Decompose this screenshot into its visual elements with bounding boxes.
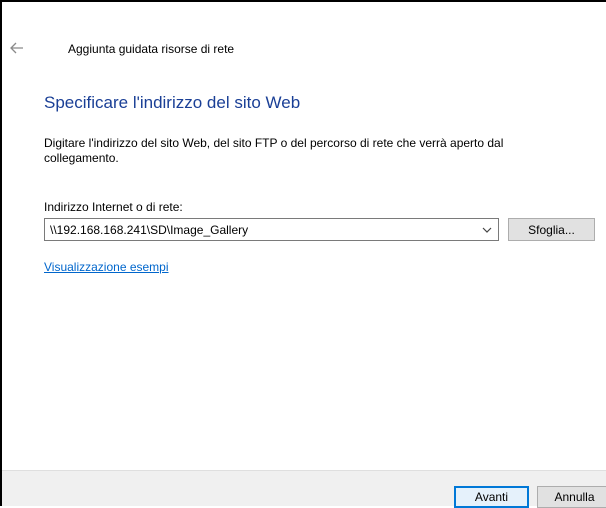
page-heading: Specificare l'indirizzo del sito Web [44, 93, 301, 112]
wizard-title: Aggiunta guidata risorse di rete [68, 42, 235, 56]
browse-button[interactable]: Sfoglia... [508, 218, 595, 241]
address-label: Indirizzo Internet o di rete: [44, 200, 183, 214]
next-button[interactable]: Avanti [454, 486, 529, 508]
wizard-window: Aggiunta guidata risorse di rete Specifi… [0, 0, 606, 506]
cancel-button[interactable]: Annulla [537, 486, 606, 508]
back-button[interactable] [8, 40, 26, 56]
back-arrow-icon [10, 42, 24, 54]
examples-link[interactable]: Visualizzazione esempi [44, 260, 169, 274]
address-combobox[interactable]: \\192.168.168.241\SD\Image_Gallery [44, 218, 499, 241]
page-description: Digitare l'indirizzo del sito Web, del s… [44, 136, 504, 165]
chevron-down-icon[interactable] [476, 219, 498, 240]
address-input[interactable]: \\192.168.168.241\SD\Image_Gallery [45, 223, 476, 237]
